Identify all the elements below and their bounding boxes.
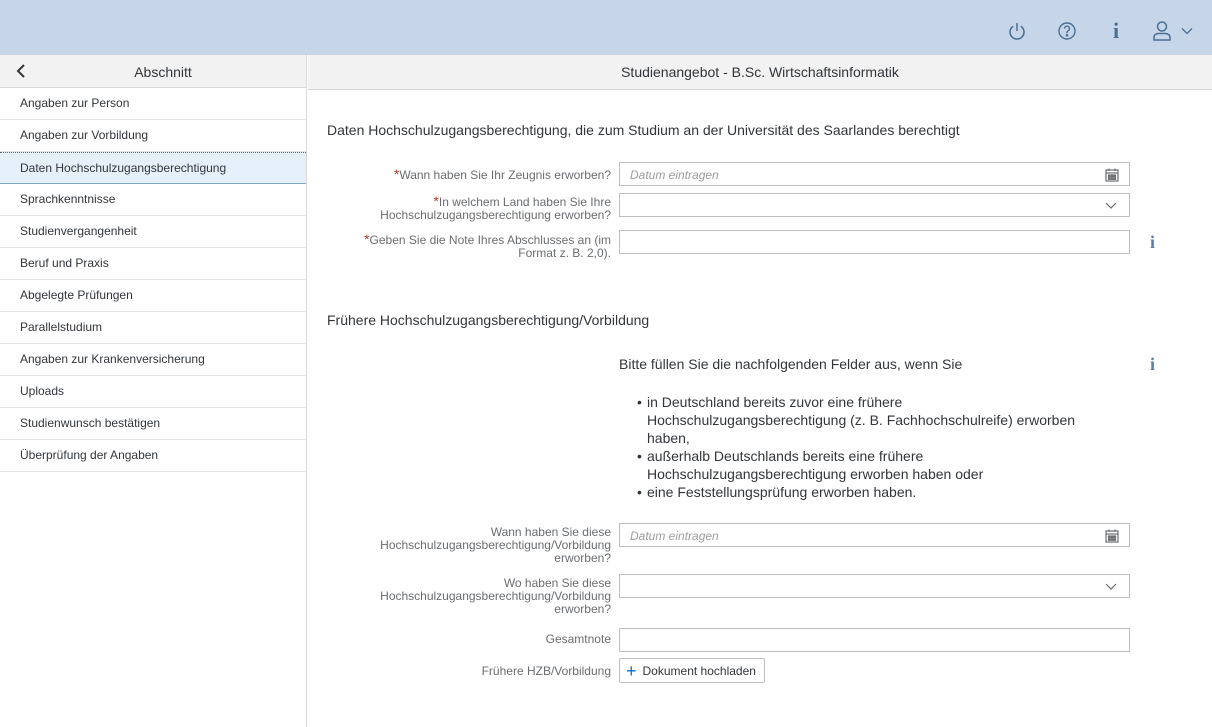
sidebar-item-angaben-zur-person[interactable]: Angaben zur Person — [0, 88, 306, 120]
sidebar-item-studienwunsch[interactable]: Studienwunsch bestätigen — [0, 408, 306, 440]
date-placeholder: Datum eintragen — [630, 529, 719, 543]
section-title-fruehere-hzb: Frühere Hochschulzugangsberechtigung/Vor… — [327, 312, 650, 328]
note-input[interactable] — [619, 230, 1130, 254]
label-gesamtnote: Gesamtnote — [545, 632, 611, 646]
info-icon[interactable]: i — [1150, 354, 1155, 375]
sidebar-item-sprachkenntnisse[interactable]: Sprachkenntnisse — [0, 184, 306, 216]
sidebar-item-studienvergangenheit[interactable]: Studienvergangenheit — [0, 216, 306, 248]
sidebar-item-krankenversicherung[interactable]: Angaben zur Krankenversicherung — [0, 344, 306, 376]
label-fruehere-hzb-dokument: Frühere HZB/Vorbildung — [481, 664, 611, 678]
zeugnis-date-input[interactable]: Datum eintragen — [619, 162, 1130, 186]
main-content: Studienangebot - B.Sc. Wirtschaftsinform… — [308, 55, 1212, 727]
label-land: *In welchem Land haben Sie Ihre Hochschu… — [380, 193, 611, 222]
date-placeholder: Datum eintragen — [630, 168, 719, 182]
user-icon[interactable] — [1151, 19, 1173, 43]
label-zeugnis-datum: *Wann haben Sie Ihr Zeugnis erworben? — [393, 166, 611, 182]
sidebar-header: Abschnitt — [0, 55, 306, 88]
sidebar-item-beruf-und-praxis[interactable]: Beruf und Praxis — [0, 248, 306, 280]
sidebar-item-angaben-zur-vorbildung[interactable]: Angaben zur Vorbildung — [0, 120, 306, 152]
sidebar-title: Abschnitt — [134, 64, 192, 80]
calendar-icon[interactable] — [1104, 528, 1120, 544]
page-title: Studienangebot - B.Sc. Wirtschaftsinform… — [308, 55, 1212, 90]
help-icon[interactable] — [1056, 19, 1078, 43]
chevron-down-icon[interactable] — [1180, 19, 1194, 43]
label-fruehere-datum: Wann haben Sie diese Hochschulzugangsber… — [380, 525, 611, 565]
section-title-hzb: Daten Hochschulzugangsberechtigung, die … — [327, 122, 960, 138]
gesamtnote-input[interactable] — [619, 628, 1130, 652]
list-item: eine Feststellungsprüfung erworben haben… — [637, 483, 1147, 501]
sidebar-nav: Angaben zur Person Angaben zur Vorbildun… — [0, 88, 306, 472]
sidebar-item-daten-hzb[interactable]: Daten Hochschulzugangsberechtigung — [0, 152, 306, 184]
list-item: außerhalb Deutschlands bereits eine früh… — [637, 447, 1147, 483]
plus-icon: + — [626, 660, 637, 681]
fruehere-date-input[interactable]: Datum eintragen — [619, 523, 1130, 547]
info-icon[interactable]: i — [1150, 232, 1155, 253]
sidebar-item-abgelegte-pruefungen[interactable]: Abgelegte Prüfungen — [0, 280, 306, 312]
label-fruehere-ort: Wo haben Sie diese Hochschulzugangsberec… — [380, 576, 611, 616]
chevron-down-icon[interactable] — [1104, 200, 1120, 216]
intro-text: Bitte füllen Sie die nachfolgenden Felde… — [619, 356, 963, 372]
land-select[interactable] — [619, 193, 1130, 217]
section-sidebar: Abschnitt Angaben zur Person Angaben zur… — [0, 55, 307, 727]
fruehere-ort-select[interactable] — [619, 574, 1130, 598]
list-item: in Deutschland bereits zuvor eine früher… — [637, 393, 1147, 447]
sidebar-item-uploads[interactable]: Uploads — [0, 376, 306, 408]
info-icon[interactable]: i — [1108, 18, 1124, 43]
upload-document-button[interactable]: + Dokument hochladen — [619, 658, 765, 683]
chevron-down-icon[interactable] — [1104, 581, 1120, 597]
label-note: *Geben Sie die Note Ihres Abschlusses an… — [364, 231, 611, 260]
calendar-icon[interactable] — [1104, 167, 1120, 183]
power-icon[interactable] — [1006, 19, 1028, 43]
sidebar-item-ueberpruefung[interactable]: Überprüfung der Angaben — [0, 440, 306, 472]
bullet-list: in Deutschland bereits zuvor eine früher… — [637, 393, 1147, 501]
shell-header: i — [0, 0, 1212, 55]
sidebar-item-parallelstudium[interactable]: Parallelstudium — [0, 312, 306, 344]
